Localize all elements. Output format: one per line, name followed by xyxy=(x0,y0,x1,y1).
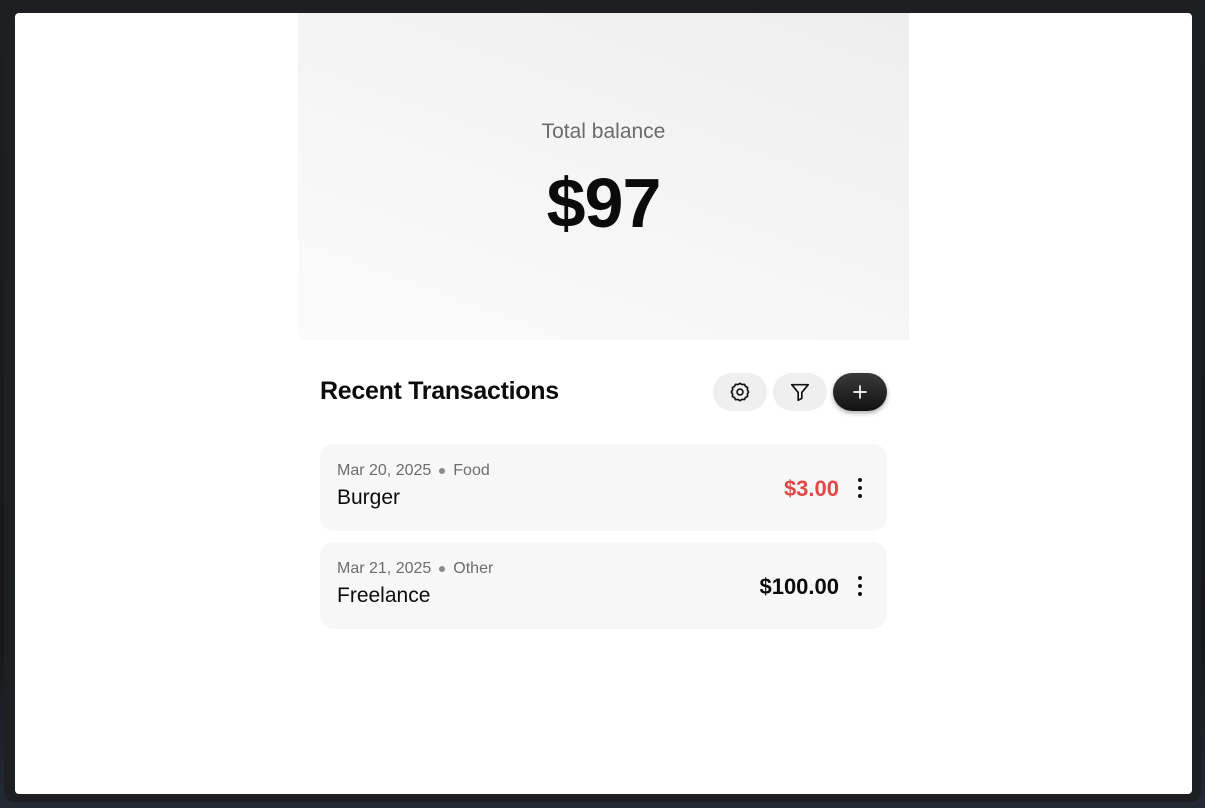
balance-amount: $97 xyxy=(546,164,662,242)
transaction-meta: Mar 21, 2025 Other xyxy=(337,560,493,578)
filter-button[interactable] xyxy=(773,373,827,411)
transactions-toolbar xyxy=(713,373,888,411)
separator-dot xyxy=(439,468,446,474)
separator-dot xyxy=(439,566,446,572)
plus-icon xyxy=(851,383,869,401)
transaction-date: Mar 20, 2025 xyxy=(337,462,432,479)
balance-label: Total balance xyxy=(541,120,666,143)
transaction-amount: $100.00 xyxy=(759,574,839,599)
transaction-name: Burger xyxy=(337,486,401,509)
more-vertical-icon[interactable] xyxy=(855,576,865,596)
transaction-date: Mar 21, 2025 xyxy=(337,560,432,577)
balance-card: Total balance $97 xyxy=(298,13,909,340)
settings-gear-icon xyxy=(729,381,751,403)
app-viewport: Total balance $97 Recent Transactions Ma… xyxy=(15,13,1192,794)
settings-button[interactable] xyxy=(713,373,767,411)
transaction-row[interactable]: Mar 20, 2025 Food Burger $3.00 xyxy=(320,444,887,531)
filter-funnel-icon xyxy=(789,381,811,403)
add-transaction-button[interactable] xyxy=(833,373,887,411)
transaction-meta: Mar 20, 2025 Food xyxy=(337,462,490,480)
transaction-amount: $3.00 xyxy=(783,476,839,501)
transaction-category: Other xyxy=(453,560,494,577)
section-title: Recent Transactions xyxy=(320,377,559,405)
transaction-row[interactable]: Mar 21, 2025 Other Freelance $100.00 xyxy=(320,542,887,629)
transaction-name: Freelance xyxy=(337,584,431,607)
more-vertical-icon[interactable] xyxy=(855,478,865,498)
transaction-category: Food xyxy=(453,462,490,479)
finance-app: Total balance $97 Recent Transactions Ma… xyxy=(298,13,909,794)
